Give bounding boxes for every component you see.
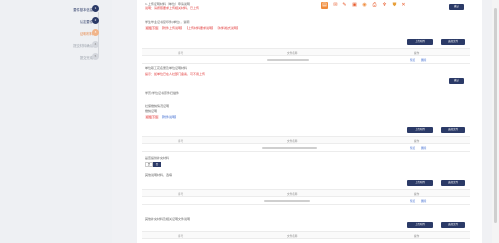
template-download-tag[interactable]: 模板下载 [145,115,160,119]
step-number-badge: 5 [92,53,99,60]
step-item-5[interactable]: 提交完成 5 [24,52,110,62]
section-title: 学生毕业证书复印件(单位)，说明 [145,20,190,24]
table-header: 序号 文件名称 操作 [142,232,470,239]
pdf-icon[interactable]: ▤ [321,2,328,9]
upload-attachment-button[interactable]: 上传附件 [407,222,433,228]
column-header-op: 操作 [414,235,420,238]
attachment-table: 序号 文件名称 操作 预览 删除 [142,48,470,64]
vertical-scrollbar[interactable] [492,0,499,243]
table-header: 序号 文件名称 操作 [142,137,470,144]
attachment-links[interactable]: 【附件上传说明】 【上传材料要求说明】 【材料格式说明】 [160,26,240,30]
eye-icon[interactable]: ◉ [361,2,368,9]
column-header-no: 序号 [178,140,184,143]
template-download-tag[interactable]: 模板下载 [145,26,160,30]
option-yes[interactable]: 是 [145,162,153,167]
save-icon[interactable]: ⛊ [391,2,398,9]
step-label: 要件基本信息 [73,8,93,12]
print-icon[interactable]: ⎙ [371,2,378,9]
attachment-table: 序号 文件名称 操作 [142,231,470,239]
confirm-button[interactable]: 确认 [449,4,464,10]
section-note: 提示：如单位已在人社部门备案，可不用上传 [145,72,206,76]
attachment-table: 序号 文件名称 操作 预览 删除 [142,189,470,205]
step-item-1[interactable]: 要件基本信息 1 [24,4,110,14]
upload-attachment-button[interactable]: 上传附件 [407,180,433,186]
stamp-icon[interactable]: ♆ [381,2,388,9]
table-header: 序号 文件名称 操作 [142,190,470,197]
column-header-file: 文件名称 [287,140,298,143]
column-header-no: 序号 [178,52,184,55]
select-file-button[interactable]: 选择文件 [441,127,465,133]
file-name-redacted [267,59,309,61]
section-title: 社保缴纳情况证明 [145,104,170,108]
step-item-2[interactable]: 认定要件 2 [24,16,110,26]
preview-link[interactable]: 预览 [410,58,415,62]
upload-attachment-button[interactable]: 上传附件 [407,39,433,45]
select-file-button[interactable]: 选择文件 [441,222,465,228]
close-icon[interactable]: ✕ [400,2,407,9]
upload-attachment-button[interactable]: 上传附件 [407,127,433,133]
column-header-op: 操作 [414,140,420,143]
step-item-3[interactable]: 证明材料 3 [24,28,110,38]
column-header-file: 文件名称 [287,52,298,55]
select-file-button[interactable]: 选择文件 [441,39,465,45]
table-row: 预览 删除 [142,56,470,64]
delete-link[interactable]: 删除 [421,146,426,150]
section-title: 其他补充材料及相关证明文件说明 [145,217,191,221]
edit-icon[interactable]: ✎ [341,2,348,9]
column-header-op: 操作 [414,193,420,196]
image-icon[interactable]: ▣ [351,2,358,9]
section-subtitle: 缴纳证明 [145,109,158,113]
section-note: 说明：请按照要求上传相关材料，已上传 [145,6,200,10]
step-number-badge: 2 [92,17,99,24]
step-item-4[interactable]: 提交材料确认 4 [24,40,110,50]
confirm-button[interactable]: 确认 [449,78,464,84]
section-title: 单位职工花名册及单位证明材料 [145,66,188,70]
step-number-badge: 4 [92,41,99,48]
delete-link[interactable]: 删除 [421,199,426,203]
step-sidebar: 要件基本信息 1 认定要件 2 证明材料 3 提交材料确认 4 提交完成 5 [0,0,112,243]
section-title: 学历/学位证书原件扫描件 [145,91,180,95]
column-header-file: 文件名称 [287,235,298,238]
attachment-link[interactable]: 【附件说明】 [160,115,178,119]
file-name-redacted [264,200,310,202]
preview-link[interactable]: 预览 [410,199,415,203]
table-header: 序号 文件名称 操作 [142,49,470,56]
select-file-button[interactable]: 选择文件 [441,180,465,186]
table-row: 预览 删除 [142,197,470,205]
document-toolbar: ▤ ✉ ✎ ▣ ◉ ⎙ ♆ ⛊ ✕ [321,1,439,10]
step-number-badge: 1 [92,5,99,12]
file-name-redacted [262,147,317,149]
scrollbar-thumb[interactable] [494,8,497,223]
column-header-no: 序号 [178,235,184,238]
section-title: 其他说明材料，选填 [145,173,173,177]
attachment-table: 序号 文件名称 操作 预览 删除 [142,136,470,152]
column-header-no: 序号 [178,193,184,196]
column-header-op: 操作 [414,52,420,55]
step-label: 提交材料确认 [73,44,93,48]
share-icon[interactable]: ✉ [332,2,339,9]
step-number-badge: 3 [92,29,99,36]
section-title: 是否提供补充材料 [145,156,170,160]
delete-link[interactable]: 删除 [421,58,426,62]
table-row: 预览 删除 [142,144,470,152]
main-content-panel [137,0,482,243]
column-header-file: 文件名称 [287,193,298,196]
preview-link[interactable]: 预览 [410,146,415,150]
option-no[interactable]: 否 [153,162,161,167]
